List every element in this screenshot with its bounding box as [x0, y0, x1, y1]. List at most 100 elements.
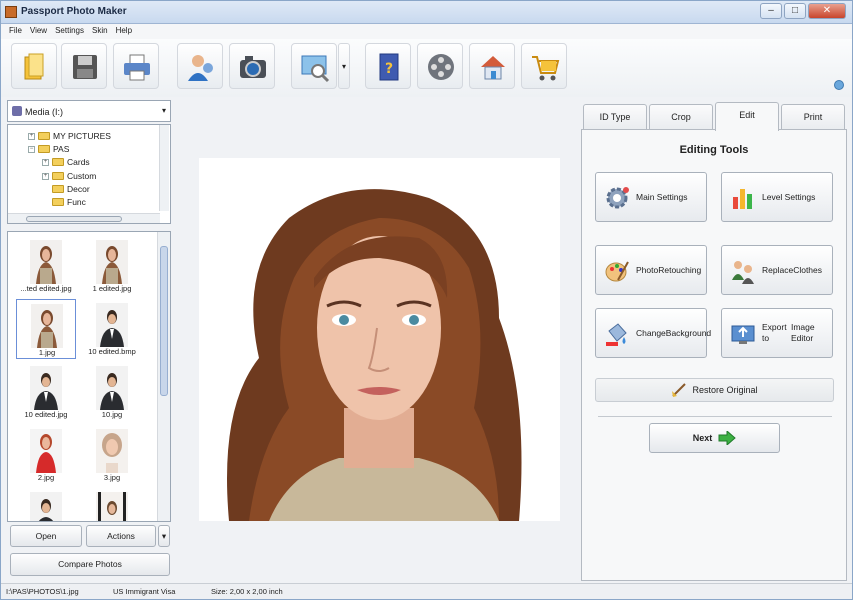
menu-settings[interactable]: Settings	[51, 24, 88, 39]
open-folder-button[interactable]	[11, 43, 57, 89]
film-button[interactable]	[417, 43, 463, 89]
thumbnail[interactable]: 2.jpg	[16, 425, 76, 485]
status-bar: I:\PAS\PHOTOS\1.jpg US Immigrant Visa Si…	[1, 583, 852, 599]
tool-label: Photo Retouching	[636, 246, 701, 294]
thumbnail[interactable]: 10 edited.jpg	[16, 362, 76, 422]
expand-toggle[interactable]: +	[42, 172, 49, 180]
print-icon	[124, 54, 150, 81]
photo-retouching-button[interactable]: Photo Retouching	[595, 245, 707, 295]
bar-levels-icon	[733, 189, 752, 209]
thumbnail[interactable]: 10 edited.bmp	[82, 299, 142, 359]
open-button[interactable]: Open	[10, 525, 82, 547]
photo-preview[interactable]	[199, 158, 560, 521]
close-button[interactable]: ✕	[808, 3, 846, 19]
scroll-thumb[interactable]	[160, 246, 168, 396]
folder-icon	[52, 172, 64, 180]
export-to-image-editor-button[interactable]: Export to Image Editor	[721, 308, 833, 358]
tree-horizontal-scrollbar[interactable]	[8, 213, 160, 223]
tree-item-my-pictures[interactable]: + MY PICTURES	[28, 130, 111, 142]
editing-panel: Editing Tools Main Settings Level Settin…	[581, 129, 847, 581]
expand-toggle[interactable]: +	[42, 158, 49, 166]
shopping-cart-button[interactable]	[521, 43, 567, 89]
tab-print[interactable]: Print	[781, 104, 845, 130]
menu-file[interactable]: File	[5, 24, 26, 39]
minimize-button[interactable]: –	[760, 3, 782, 19]
tool-label-line2: Background	[665, 327, 712, 338]
print-button[interactable]	[113, 43, 159, 89]
level-settings-button[interactable]: Level Settings	[721, 172, 833, 222]
tab-crop[interactable]: Crop	[649, 104, 713, 130]
app-window: Passport Photo Maker – □ ✕ File View Set…	[0, 0, 853, 600]
change-background-button[interactable]: Change Background	[595, 308, 711, 358]
photo-thumbnail	[30, 240, 62, 284]
tree-item-pas[interactable]: − PAS	[28, 143, 69, 155]
home-button[interactable]	[469, 43, 515, 89]
camera-button[interactable]	[229, 43, 275, 89]
restore-original-button[interactable]: Restore Original	[595, 378, 834, 402]
maximize-button[interactable]: □	[784, 3, 806, 19]
home-icon	[481, 56, 505, 80]
status-format: US Immigrant Visa	[113, 587, 176, 596]
photo-thumbnail	[96, 492, 128, 521]
tool-label-line2: Clothes	[793, 264, 823, 275]
collapse-toggle[interactable]: −	[28, 145, 35, 153]
compare-photos-button[interactable]: Compare Photos	[10, 553, 170, 576]
main-settings-button[interactable]: Main Settings	[595, 172, 707, 222]
help-book-button[interactable]: ?	[365, 43, 411, 89]
actions-button[interactable]: Actions	[86, 525, 156, 547]
thumbnail[interactable]: 10.jpg	[82, 362, 142, 422]
users-button[interactable]	[177, 43, 223, 89]
broom-icon	[672, 383, 687, 397]
drive-icon	[12, 106, 22, 116]
menu-bar: File View Settings Skin Help	[1, 24, 852, 39]
next-button[interactable]: Next	[649, 423, 780, 453]
tree-item-custom[interactable]: + Custom	[42, 170, 96, 182]
image-search-button[interactable]	[291, 43, 337, 89]
save-button[interactable]	[61, 43, 107, 89]
thumbnail[interactable]: ...ted edited.jpg	[16, 236, 76, 296]
tab-id-type[interactable]: ID Type	[583, 104, 647, 130]
thumbnail-label: 1 edited.jpg	[92, 284, 132, 293]
window-title: Passport Photo Maker	[21, 6, 127, 17]
expand-toggle[interactable]: +	[28, 132, 35, 140]
thumbnail-label: ...ted edited.jpg	[20, 284, 72, 293]
tree-item-func[interactable]: Func	[52, 196, 86, 208]
tree-item-label: PAS	[53, 144, 70, 154]
app-icon	[5, 6, 17, 18]
thumbnail[interactable]	[82, 488, 142, 521]
clothes-icon	[732, 261, 754, 284]
thumbnail-scrollbar[interactable]	[157, 232, 170, 521]
tool-label-line2: Image Editor	[790, 322, 815, 343]
palette-icon	[605, 261, 629, 282]
tool-label: Level Settings	[762, 191, 816, 202]
photo-thumbnail	[30, 429, 62, 473]
thumbnail-label: 10 edited.bmp	[88, 347, 136, 356]
divider	[598, 416, 832, 417]
menu-help[interactable]: Help	[112, 24, 136, 39]
drive-select[interactable]: Media (I:) ▾	[7, 100, 171, 122]
tree-item-decor[interactable]: Decor	[52, 183, 90, 195]
tree-item-cards[interactable]: + Cards	[42, 156, 90, 168]
image-dropdown-arrow[interactable]: ▾	[338, 43, 350, 89]
thumbnail[interactable]	[16, 488, 76, 521]
tree-vertical-scrollbar[interactable]	[159, 125, 169, 211]
tool-label-line2: Retouching	[658, 264, 702, 275]
menu-skin[interactable]: Skin	[88, 24, 112, 39]
tool-label: Export to Image Editor	[762, 309, 832, 357]
thumbnail[interactable]: 3.jpg	[82, 425, 142, 485]
tab-edit[interactable]: Edit	[715, 102, 779, 131]
tool-label-line1: Replace	[762, 264, 794, 275]
thumbnail-grid: ...ted edited.jpg 1 edited.jpg 1.jpg 10 …	[7, 231, 171, 522]
thumbnail-selected[interactable]: 1.jpg	[16, 299, 76, 359]
title-bar[interactable]: Passport Photo Maker – □ ✕	[1, 1, 852, 24]
next-label: Next	[692, 433, 713, 443]
scroll-thumb[interactable]	[26, 216, 122, 222]
export-monitor-icon	[731, 325, 755, 344]
tool-label-line1: Export to	[762, 322, 787, 343]
thumbnail[interactable]: 1 edited.jpg	[82, 236, 142, 296]
actions-dropdown-arrow[interactable]: ▾	[158, 525, 170, 547]
tool-label: Main Settings	[636, 191, 688, 202]
info-icon[interactable]	[834, 80, 844, 90]
menu-view[interactable]: View	[26, 24, 51, 39]
replace-clothes-button[interactable]: Replace Clothes	[721, 245, 833, 295]
